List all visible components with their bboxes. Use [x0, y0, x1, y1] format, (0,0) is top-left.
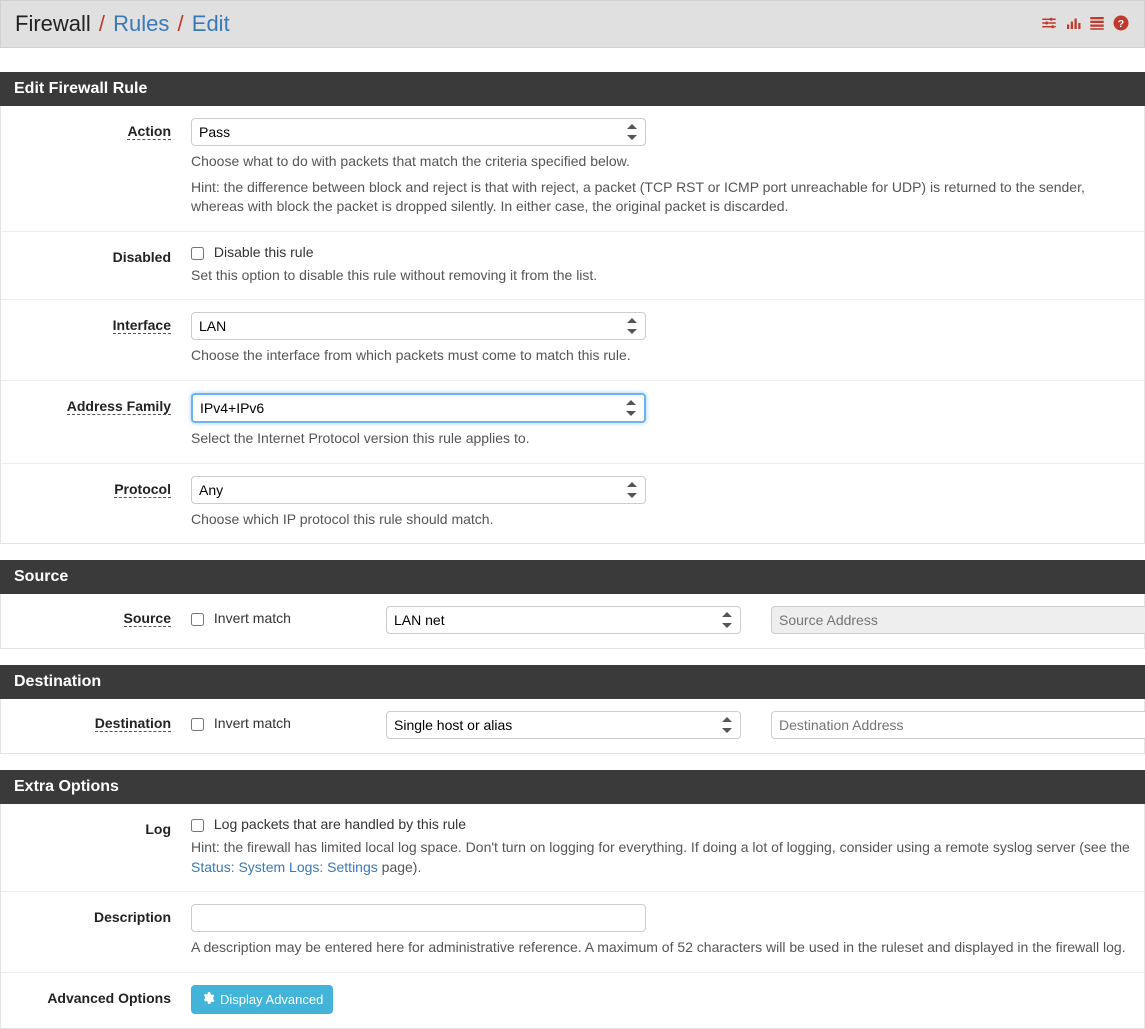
description-help: A description may be entered here for ad… [191, 938, 1130, 958]
action-help-1: Choose what to do with packets that matc… [191, 152, 1130, 172]
panel-destination: Destination Destination Invert match Sin… [0, 665, 1145, 754]
panel-header-source: Source [0, 560, 1145, 594]
destination-invert-wrap[interactable]: Invert match [191, 715, 291, 731]
header-actions: ? [1040, 14, 1130, 35]
label-protocol: Protocol [114, 481, 171, 498]
description-input[interactable] [191, 904, 646, 932]
protocol-select[interactable]: Any [191, 476, 646, 504]
destination-invert-checkbox[interactable] [191, 718, 204, 731]
log-help-prefix: Hint: the firewall has limited local log… [191, 839, 1130, 855]
log-checkbox-wrap[interactable]: Log packets that are handled by this rul… [191, 816, 466, 832]
label-log: Log [145, 821, 171, 837]
row-interface: Interface LAN Choose the interface from … [1, 300, 1144, 381]
disabled-checkbox-label: Disable this rule [214, 244, 314, 260]
log-help: Hint: the firewall has limited local log… [191, 838, 1130, 877]
breadcrumb-edit-link[interactable]: Edit [192, 11, 230, 36]
interface-select[interactable]: LAN [191, 312, 646, 340]
panel-header-edit: Edit Firewall Rule [0, 72, 1145, 106]
breadcrumb-separator: / [178, 11, 190, 36]
source-invert-label: Invert match [214, 610, 291, 626]
label-address-family: Address Family [67, 398, 171, 415]
breadcrumb-separator: / [99, 11, 111, 36]
action-help-2: Hint: the difference between block and r… [191, 178, 1130, 217]
log-help-suffix: page). [378, 859, 422, 875]
row-action: Action Pass Choose what to do with packe… [1, 106, 1144, 232]
settings-sliders-icon[interactable] [1040, 14, 1058, 35]
breadcrumb: Firewall / Rules / Edit [15, 11, 230, 37]
breadcrumb-root: Firewall [15, 11, 91, 36]
label-description: Description [94, 909, 171, 925]
breadcrumb-rules-link[interactable]: Rules [113, 11, 169, 36]
address-family-help: Select the Internet Protocol version thi… [191, 429, 1130, 449]
label-interface: Interface [113, 317, 171, 334]
svg-text:?: ? [1118, 17, 1124, 29]
source-invert-wrap[interactable]: Invert match [191, 610, 291, 626]
label-source: Source [124, 610, 171, 627]
log-checkbox-label: Log packets that are handled by this rul… [214, 816, 466, 832]
display-advanced-button[interactable]: Display Advanced [191, 985, 333, 1014]
row-description: Description A description may be entered… [1, 892, 1144, 973]
log-help-link[interactable]: Status: System Logs: Settings [191, 859, 378, 875]
interface-help: Choose the interface from which packets … [191, 346, 1130, 366]
action-select[interactable]: Pass [191, 118, 646, 146]
log-checkbox[interactable] [191, 819, 204, 832]
display-advanced-label: Display Advanced [220, 992, 323, 1007]
row-source: Source Invert match LAN net [1, 594, 1144, 648]
stats-bars-icon[interactable] [1064, 14, 1082, 35]
gear-icon [201, 991, 215, 1008]
row-log: Log Log packets that are handled by this… [1, 804, 1144, 892]
log-list-icon[interactable] [1088, 14, 1106, 35]
label-action: Action [127, 123, 171, 140]
panel-edit-rule: Edit Firewall Rule Action Pass Choose wh… [0, 72, 1145, 544]
panel-header-destination: Destination [0, 665, 1145, 699]
destination-address-input[interactable] [771, 711, 1145, 739]
label-advanced-options: Advanced Options [47, 990, 171, 1006]
destination-type-select[interactable]: Single host or alias [386, 711, 741, 739]
row-protocol: Protocol Any Choose which IP protocol th… [1, 464, 1144, 544]
source-type-select[interactable]: LAN net [386, 606, 741, 634]
label-disabled: Disabled [113, 249, 171, 265]
row-advanced-options: Advanced Options Display Advanced [1, 973, 1144, 1028]
row-disabled: Disabled Disable this rule Set this opti… [1, 232, 1144, 301]
panel-source: Source Source Invert match LAN net [0, 560, 1145, 649]
source-address-input [771, 606, 1145, 634]
row-destination: Destination Invert match Single host or … [1, 699, 1144, 753]
destination-invert-label: Invert match [214, 715, 291, 731]
label-destination: Destination [95, 715, 171, 732]
page-header: Firewall / Rules / Edit ? [0, 0, 1145, 48]
disabled-checkbox-wrap[interactable]: Disable this rule [191, 244, 314, 260]
panel-extra-options: Extra Options Log Log packets that are h… [0, 770, 1145, 1029]
disabled-help: Set this option to disable this rule wit… [191, 266, 1130, 286]
row-address-family: Address Family IPv4+IPv6 Select the Inte… [1, 381, 1144, 464]
help-icon[interactable]: ? [1112, 14, 1130, 35]
address-family-select[interactable]: IPv4+IPv6 [191, 393, 646, 423]
panel-header-extra: Extra Options [0, 770, 1145, 804]
protocol-help: Choose which IP protocol this rule shoul… [191, 510, 1130, 530]
disabled-checkbox[interactable] [191, 247, 204, 260]
source-invert-checkbox[interactable] [191, 613, 204, 626]
